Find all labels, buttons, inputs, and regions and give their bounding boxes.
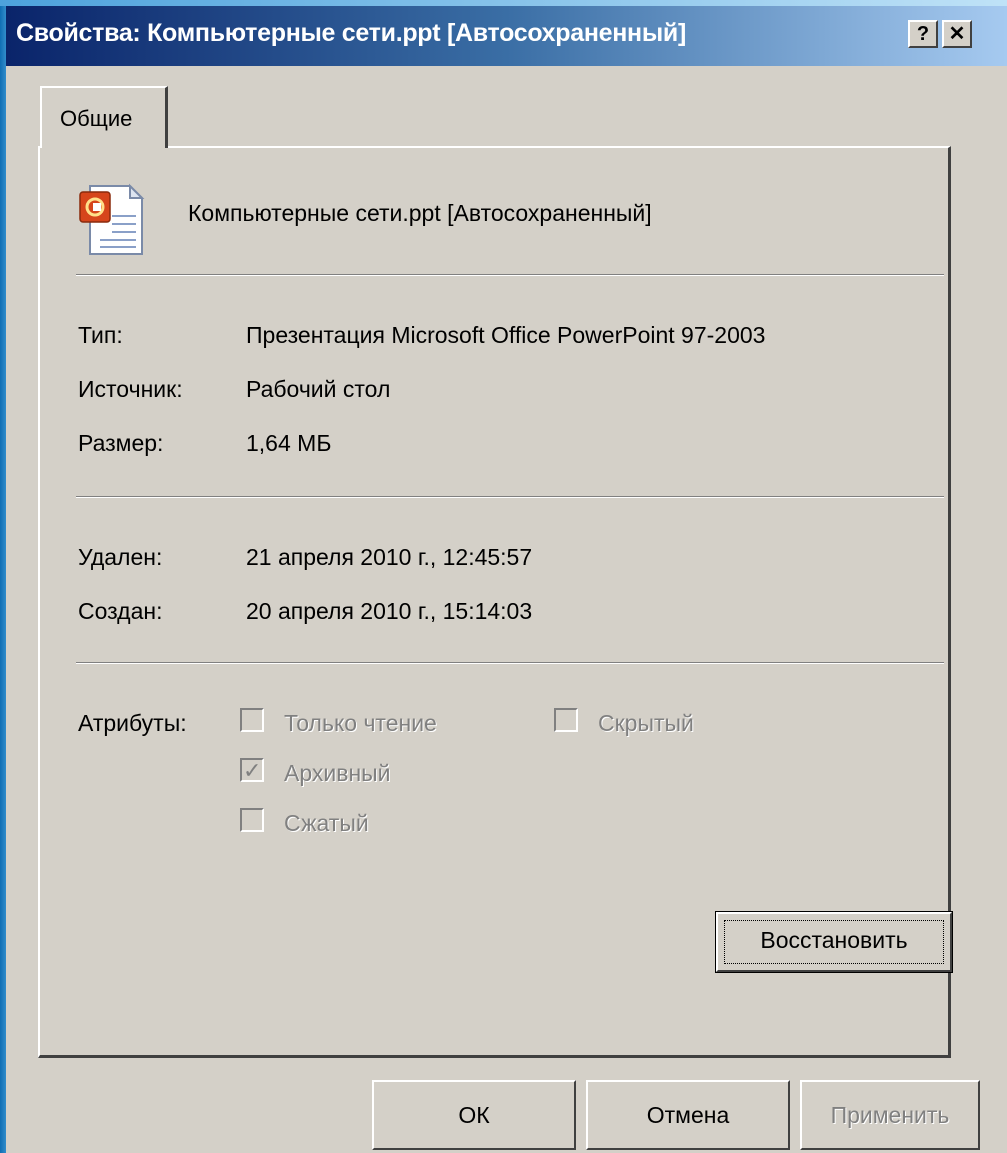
created-value: 20 апреля 2010 г., 15:14:03	[246, 598, 533, 624]
separator	[76, 496, 944, 498]
tab-general[interactable]: Общие	[40, 86, 168, 148]
separator	[76, 274, 944, 276]
separator	[76, 662, 944, 664]
type-value: Презентация Microsoft Office PowerPoint …	[246, 322, 766, 348]
focus-rectangle	[724, 920, 944, 964]
location-label: Источник:	[78, 376, 183, 402]
hidden-label: Скрытый	[598, 710, 694, 736]
window-title: Свойства: Компьютерные сети.ppt [Автосох…	[16, 19, 687, 47]
close-button[interactable]: ✕	[942, 20, 972, 48]
location-value: Рабочий стол	[246, 376, 391, 402]
file-name: Компьютерные сети.ppt [Автосохраненный]	[188, 200, 652, 226]
cancel-button[interactable]: Отмена	[586, 1080, 790, 1150]
type-label: Тип:	[78, 322, 123, 348]
title-bar[interactable]: Свойства: Компьютерные сети.ppt [Автосох…	[6, 6, 1007, 66]
restore-button[interactable]: Восстановить	[715, 911, 953, 973]
checkmark-icon: ✓	[243, 758, 262, 783]
compressed-checkbox[interactable]	[240, 808, 264, 832]
created-label: Создан:	[78, 598, 163, 624]
attributes-label: Атрибуты:	[78, 710, 187, 736]
properties-dialog: Свойства: Компьютерные сети.ppt [Автосох…	[6, 6, 1007, 1153]
apply-button[interactable]: Применить	[800, 1080, 980, 1150]
archive-checkbox[interactable]: ✓	[240, 758, 264, 783]
deleted-label: Удален:	[78, 544, 163, 570]
hidden-checkbox[interactable]	[554, 708, 578, 732]
ok-button[interactable]: ОК	[372, 1080, 576, 1150]
size-value: 1,64 МБ	[246, 430, 332, 456]
tab-general-label: Общие	[60, 106, 133, 131]
deleted-value: 21 апреля 2010 г., 12:45:57	[246, 544, 533, 570]
close-icon: ✕	[948, 23, 966, 45]
archive-label: Архивный	[284, 760, 391, 786]
size-label: Размер:	[78, 430, 164, 456]
readonly-checkbox[interactable]	[240, 708, 264, 732]
help-button[interactable]: ?	[908, 20, 938, 48]
readonly-label: Только чтение	[284, 710, 437, 736]
powerpoint-file-icon	[79, 183, 145, 255]
compressed-label: Сжатый	[284, 810, 369, 836]
